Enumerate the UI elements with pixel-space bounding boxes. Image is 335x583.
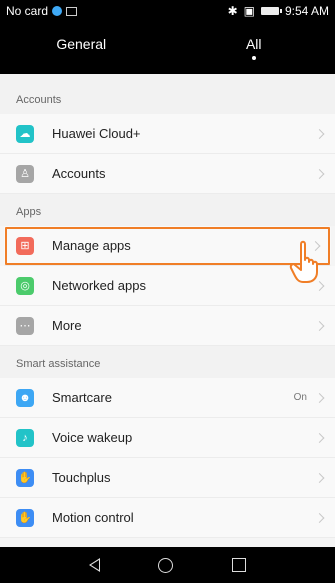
navigation-bar [0,547,335,583]
smartcare-status: On [293,392,307,403]
voice-icon: ♪ [16,428,34,447]
row-label: Touchplus [52,470,111,485]
sim-icon: ▣ [243,4,255,18]
settings-list[interactable]: Accounts ☁ Huawei Cloud+ ♙ Accounts Apps… [0,74,335,547]
row-smartcare[interactable]: ☻ Smartcare On [0,378,335,418]
tab-all[interactable]: All [173,22,335,74]
row-more[interactable]: ⋯ More [0,306,335,346]
status-bar: No card ✱ ▣ 9:54 AM [0,0,335,22]
section-header-accounts: Accounts [0,74,335,114]
network-icon: ◎ [16,276,34,295]
user-icon: ♙ [16,164,34,183]
row-motion-control[interactable]: ✋ Motion control [0,498,335,538]
smartcare-icon: ☻ [16,388,34,407]
more-icon: ⋯ [16,316,34,335]
cloud-icon: ☁ [16,124,34,143]
row-label: Huawei Cloud+ [52,126,141,141]
section-header-smart-assistance: Smart assistance [0,346,335,378]
touch-icon: ✋ [16,468,34,487]
pointing-hand-icon [289,240,318,283]
chevron-right-icon [314,392,325,403]
row-label: Networked apps [52,278,146,293]
row-huawei-cloud[interactable]: ☁ Huawei Cloud+ [0,114,335,154]
tab-general-label: General [56,36,107,52]
active-tab-indicator [251,56,256,60]
globe-icon [52,6,63,16]
battery-icon [260,7,282,15]
motion-icon: ✋ [16,508,34,527]
tab-all-label: All [245,36,262,52]
chevron-right-icon [314,128,325,139]
chevron-right-icon [314,168,325,179]
image-notification-icon [66,6,78,16]
row-label: Smartcare [52,390,112,405]
row-label: Motion control [52,510,134,525]
home-icon[interactable] [158,557,174,573]
clock: 9:54 AM [284,4,329,18]
row-touchplus[interactable]: ✋ Touchplus [0,458,335,498]
row-networked-apps[interactable]: ◎ Networked apps [0,266,335,306]
chevron-right-icon [314,320,325,331]
row-label: Voice wakeup [52,430,133,445]
chevron-right-icon [314,512,325,523]
bluetooth-icon: ✱ [227,4,238,18]
chevron-right-icon [314,432,325,443]
row-label: Accounts [52,166,106,181]
recents-icon[interactable] [231,558,246,572]
back-icon[interactable] [89,558,101,572]
row-manage-apps[interactable]: ⊞ Manage apps [4,226,331,266]
carrier-text: No card [6,4,49,18]
tab-general[interactable]: General [0,22,173,74]
apps-grid-icon: ⊞ [16,236,34,255]
row-accounts[interactable]: ♙ Accounts [0,154,335,194]
row-label: Manage apps [52,238,131,253]
section-header-apps: Apps [0,194,335,226]
chevron-right-icon [314,472,325,483]
row-label: More [52,318,82,333]
tab-bar: General All [0,22,335,74]
row-voice-wakeup[interactable]: ♪ Voice wakeup [0,418,335,458]
